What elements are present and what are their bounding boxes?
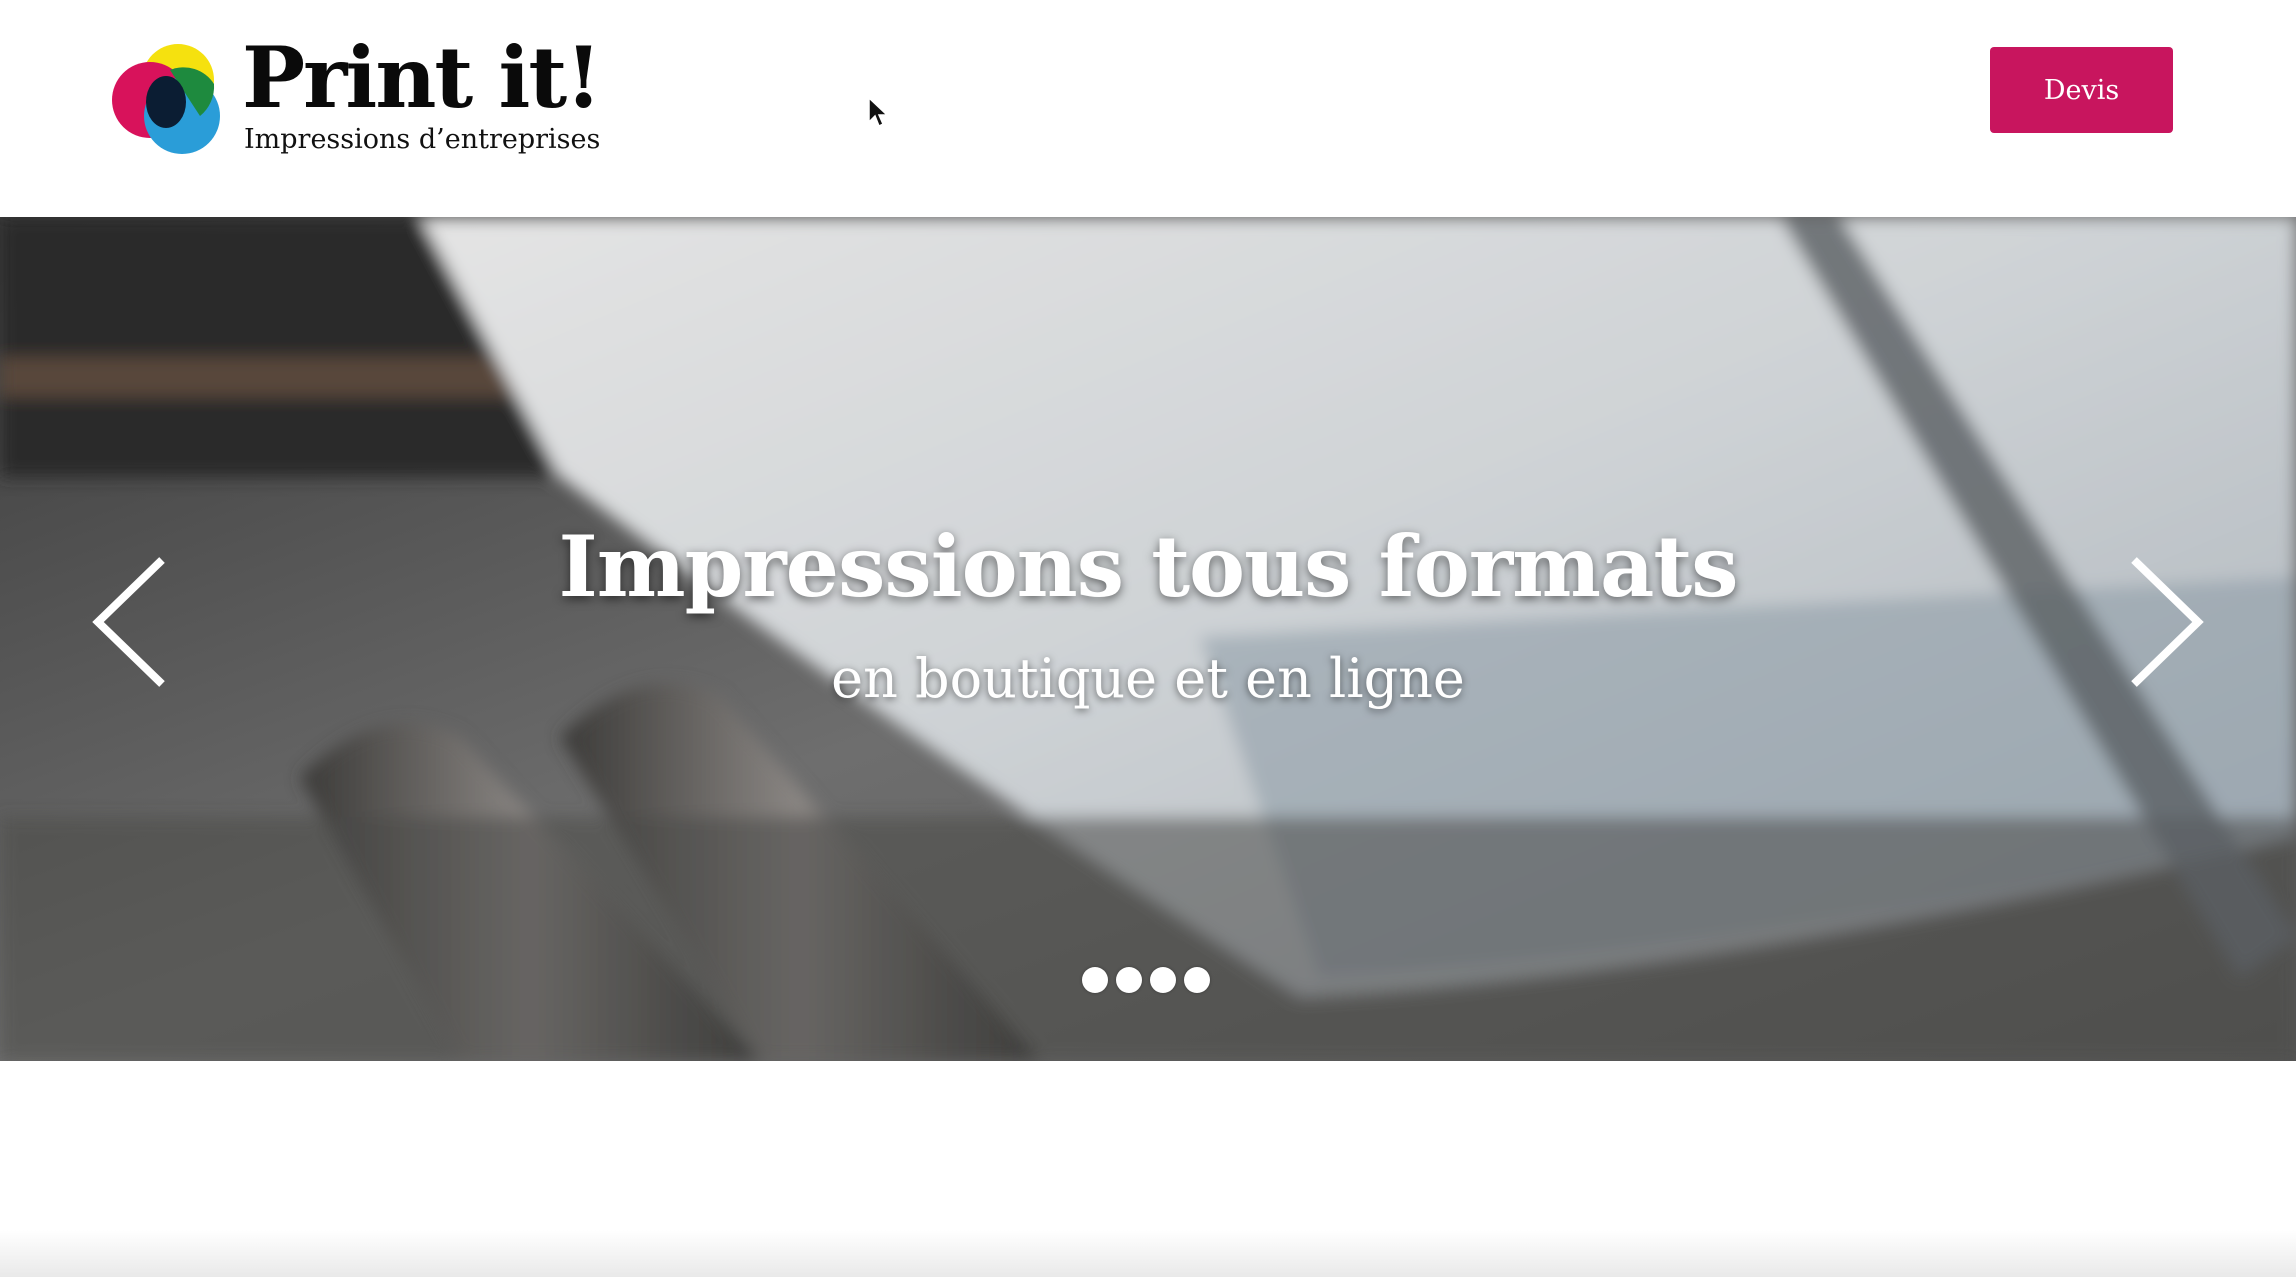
logo-title: Print it!: [242, 28, 602, 127]
slide-dot-2[interactable]: [1116, 967, 1142, 993]
page-bottom-edge: [0, 1230, 2296, 1277]
page: Print it! Impressions d’entreprises Devi…: [0, 0, 2296, 1277]
devis-button[interactable]: Devis: [1990, 47, 2173, 133]
banner-title: Impressions tous formats: [558, 517, 1739, 616]
banner-image: [0, 217, 2296, 1061]
hero-banner: Impressions tous formats en boutique et …: [0, 217, 2296, 1061]
chevron-left-icon[interactable]: [90, 552, 170, 692]
site-header: Print it! Impressions d’entreprises Devi…: [0, 0, 2296, 217]
slide-dot-4[interactable]: [1184, 967, 1210, 993]
slide-dot-3[interactable]: [1150, 967, 1176, 993]
logo-link[interactable]: Print it! Impressions d’entreprises: [110, 36, 602, 165]
banner-subtitle: en boutique et en ligne: [831, 647, 1465, 710]
slide-dot-1[interactable]: [1082, 967, 1108, 993]
slide-indicators: [1082, 967, 1210, 993]
logo-icon: [112, 44, 220, 154]
mouse-cursor-icon: [868, 96, 889, 128]
logo-subtitle: Impressions d’entreprises: [244, 124, 601, 155]
chevron-right-icon[interactable]: [2126, 552, 2206, 692]
